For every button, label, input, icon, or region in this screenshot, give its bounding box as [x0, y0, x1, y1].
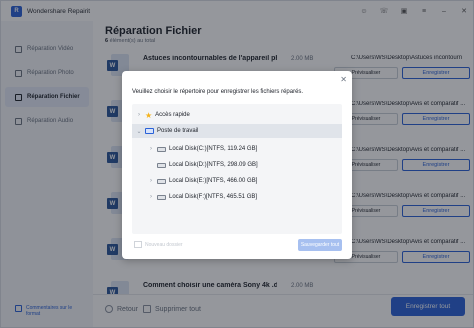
tree-item-quick-access[interactable]: › ★ Accès rapide — [132, 108, 342, 122]
star-icon: ★ — [145, 110, 153, 120]
tree-item-this-pc[interactable]: ⌄ Poste de travail — [132, 124, 342, 138]
chevron-right-icon[interactable]: › — [136, 112, 142, 118]
dialog-message: Veuillez choisir le répertoire pour enre… — [132, 89, 304, 95]
tree-item-label: Accès rapide — [155, 112, 190, 118]
tree-item-label: Local Disk(E:)[NTFS, 466.00 GB] — [169, 178, 258, 184]
tree-item-disk-c[interactable]: › Local Disk(C:)[NTFS, 119.24 GB] — [132, 142, 342, 156]
chevron-down-icon[interactable]: ⌄ — [136, 128, 142, 135]
folder-tree: › ★ Accès rapide ⌄ Poste de travail › Lo… — [132, 104, 342, 234]
tree-item-disk-f[interactable]: › Local Disk(F:)[NTFS, 465.51 GB] — [132, 190, 342, 204]
tree-item-disk-d[interactable]: Local Disk(D:)[NTFS, 298.09 GB] — [132, 158, 342, 172]
save-button[interactable]: Sauvegarder tout — [298, 239, 342, 251]
tree-item-label: Poste de travail — [157, 128, 199, 134]
tree-item-label: Local Disk(D:)[NTFS, 298.09 GB] — [169, 162, 258, 168]
disk-icon — [157, 162, 166, 168]
tree-item-label: Local Disk(F:)[NTFS, 465.51 GB] — [169, 194, 258, 200]
computer-icon — [145, 128, 154, 134]
disk-icon — [157, 178, 166, 184]
chevron-right-icon[interactable]: › — [148, 146, 154, 152]
tree-item-label: Local Disk(C:)[NTFS, 119.24 GB] — [169, 146, 258, 152]
chevron-right-icon[interactable]: › — [148, 178, 154, 184]
chevron-right-icon[interactable]: › — [148, 194, 154, 200]
disk-icon — [157, 194, 166, 200]
new-folder-button[interactable]: Nouveau dossier — [134, 241, 183, 248]
disk-icon — [157, 146, 166, 152]
tree-item-disk-e[interactable]: › Local Disk(E:)[NTFS, 466.00 GB] — [132, 174, 342, 188]
close-icon[interactable]: ✕ — [340, 75, 347, 84]
save-location-dialog: ✕ Veuillez choisir le répertoire pour en… — [122, 71, 352, 259]
